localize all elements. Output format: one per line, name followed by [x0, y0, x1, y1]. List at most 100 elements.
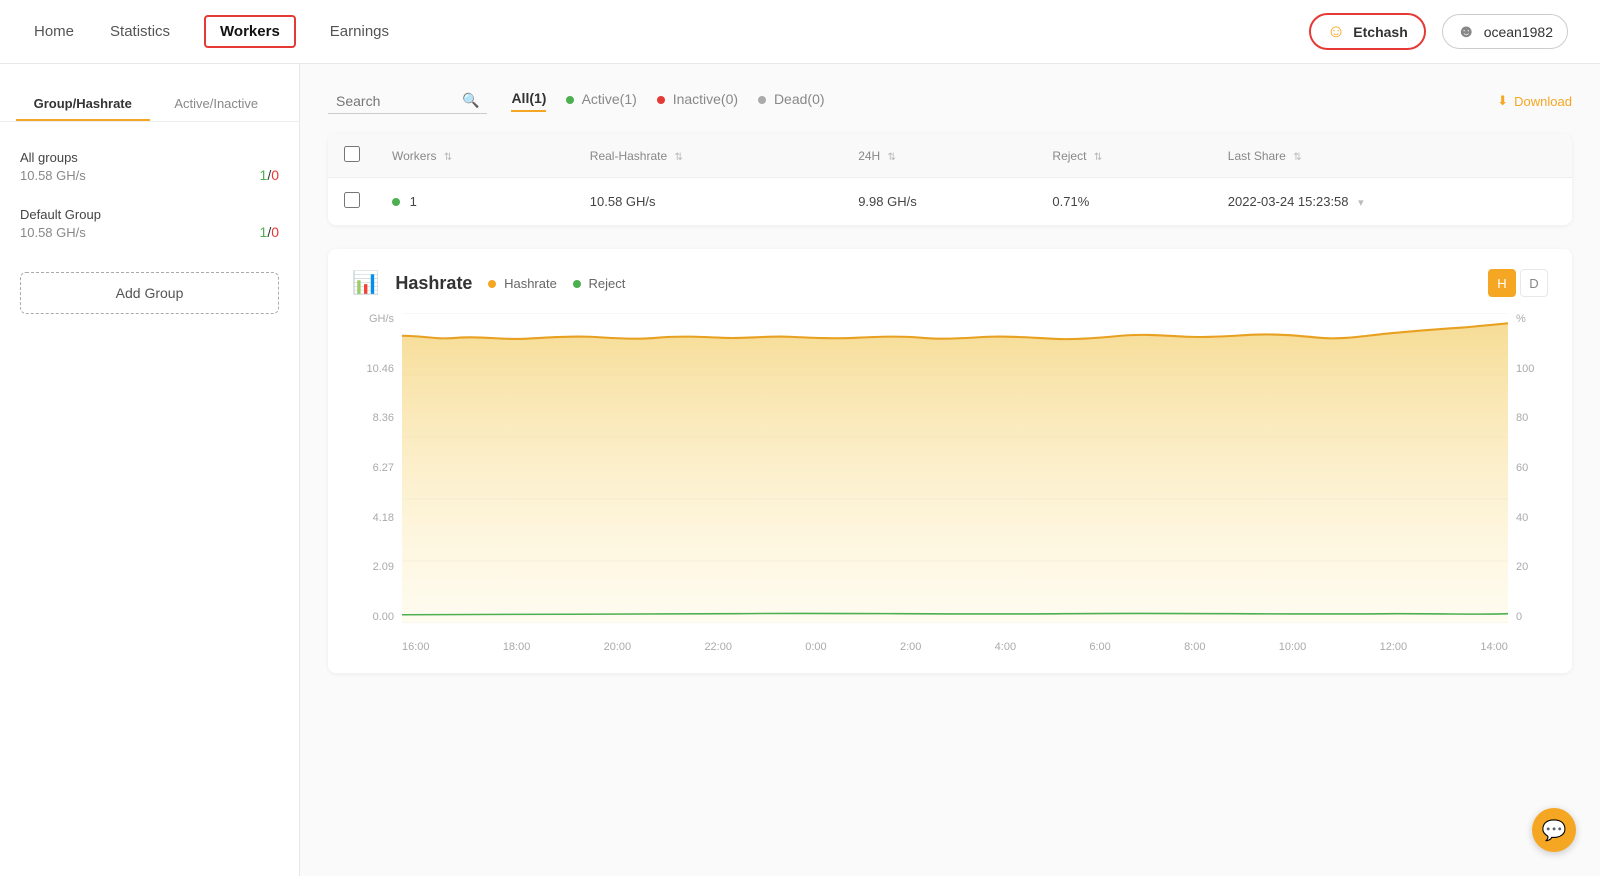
default-group-counts: 1/0 — [260, 224, 279, 240]
filter-tab-inactive[interactable]: Inactive(0) — [657, 91, 738, 111]
filter-tabs: All(1) Active(1) Inactive(0) Dead(0) — [511, 90, 824, 112]
y-right-label-2: 60 — [1516, 462, 1528, 474]
y-left-label-4: 2.09 — [373, 561, 394, 573]
nav-workers[interactable]: Workers — [204, 15, 296, 48]
x-label-8: 8:00 — [1184, 641, 1205, 653]
row-real-hashrate: 10.58 GH/s — [574, 178, 842, 226]
chart-icon: 📊 — [352, 270, 379, 296]
filter-tab-dead[interactable]: Dead(0) — [758, 91, 824, 111]
default-group-row: 10.58 GH/s 1/0 — [20, 224, 279, 240]
y-left-label-5: 0.00 — [373, 611, 394, 623]
nav-user-area: ☺ Etchash ☻ ocean1982 — [1309, 13, 1568, 50]
row-24h-hashrate: 9.98 GH/s — [842, 178, 1036, 226]
table-header-checkbox — [328, 134, 376, 178]
y-right-label-4: 20 — [1516, 561, 1528, 573]
nav-links: Home Statistics Workers Earnings — [32, 15, 391, 48]
table-header-reject[interactable]: Reject ⇅ — [1036, 134, 1211, 178]
search-icon: 🔍 — [462, 92, 479, 109]
timebtn-d[interactable]: D — [1520, 269, 1548, 297]
x-label-2: 20:00 — [604, 641, 632, 653]
filter-tab-all[interactable]: All(1) — [511, 90, 546, 112]
table-header-workers[interactable]: Workers ⇅ — [376, 134, 574, 178]
default-group-inactive-count: 0 — [271, 224, 279, 240]
sidebar-default-group[interactable]: Default Group 10.58 GH/s 1/0 — [0, 195, 299, 252]
y-right-label-1: 80 — [1516, 412, 1528, 424]
table-header-last-share[interactable]: Last Share ⇅ — [1212, 134, 1572, 178]
workers-sort-icon: ⇅ — [444, 152, 452, 163]
x-label-1: 18:00 — [503, 641, 531, 653]
nav-earnings[interactable]: Earnings — [328, 19, 391, 44]
chat-button[interactable]: 💬 — [1532, 808, 1576, 852]
nav-statistics[interactable]: Statistics — [108, 19, 172, 44]
table-row: 1 10.58 GH/s 9.98 GH/s 0.71% 2022-03-24 … — [328, 178, 1572, 226]
sidebar-tab-group-hashrate[interactable]: Group/Hashrate — [16, 88, 150, 121]
legend-reject: Reject — [573, 276, 625, 291]
all-groups-inactive-count: 0 — [271, 167, 279, 183]
table-header-real-hashrate[interactable]: Real-Hashrate ⇅ — [574, 134, 842, 178]
reject-line — [402, 613, 1508, 614]
y-left-label-0: 10.46 — [366, 363, 394, 375]
chart-x-labels: 16:00 18:00 20:00 22:00 0:00 2:00 4:00 6… — [402, 641, 1508, 653]
x-label-3: 22:00 — [704, 641, 732, 653]
row-checkbox[interactable] — [344, 192, 360, 208]
add-group-button[interactable]: Add Group — [20, 272, 279, 314]
etchash-label: Etchash — [1353, 24, 1407, 40]
row-worker-name: 1 — [376, 178, 574, 226]
user-icon: ☻ — [1457, 21, 1476, 42]
default-group-active-count: 1 — [260, 224, 268, 240]
filter-tab-dead-label: Dead(0) — [774, 91, 825, 107]
y-left-unit: GH/s — [369, 313, 394, 325]
y-left-label-3: 4.18 — [373, 512, 394, 524]
filter-tab-active[interactable]: Active(1) — [566, 91, 636, 111]
chart-area — [402, 313, 1508, 623]
timebtn-h[interactable]: H — [1488, 269, 1516, 297]
chat-icon: 💬 — [1542, 818, 1567, 843]
y-right-label-0: 100 — [1516, 363, 1534, 375]
download-button[interactable]: ⬇ Download — [1497, 93, 1572, 109]
top-navigation: Home Statistics Workers Earnings ☺ Etcha… — [0, 0, 1600, 64]
legend-hashrate: Hashrate — [488, 276, 556, 291]
24h-sort-icon: ⇅ — [888, 152, 896, 163]
user-button[interactable]: ☻ ocean1982 — [1442, 14, 1568, 49]
chart-header: 📊 Hashrate Hashrate Reject H D — [352, 269, 1548, 297]
chart-container: GH/s 10.46 8.36 6.27 4.18 2.09 0.00 % 10… — [352, 313, 1548, 653]
main-layout: Group/Hashrate Active/Inactive All group… — [0, 64, 1600, 876]
last-share-dropdown-icon[interactable]: ▾ — [1358, 197, 1364, 209]
sidebar: Group/Hashrate Active/Inactive All group… — [0, 64, 300, 876]
workers-table: Workers ⇅ Real-Hashrate ⇅ 24H ⇅ Reject ⇅ — [328, 134, 1572, 225]
nav-home[interactable]: Home — [32, 19, 76, 44]
y-left-label-2: 6.27 — [373, 462, 394, 474]
sidebar-all-groups[interactable]: All groups 10.58 GH/s 1/0 — [0, 138, 299, 195]
chart-y-right-axis: % 100 80 60 40 20 0 — [1508, 313, 1548, 623]
x-label-10: 12:00 — [1380, 641, 1408, 653]
x-label-9: 10:00 — [1279, 641, 1307, 653]
chart-time-buttons: H D — [1488, 269, 1548, 297]
search-box[interactable]: 🔍 — [328, 88, 487, 114]
download-label: Download — [1514, 94, 1572, 109]
chart-y-left-axis: GH/s 10.46 8.36 6.27 4.18 2.09 0.00 — [352, 313, 402, 623]
table-header-row: Workers ⇅ Real-Hashrate ⇅ 24H ⇅ Reject ⇅ — [328, 134, 1572, 178]
select-all-checkbox[interactable] — [344, 146, 360, 162]
x-label-5: 2:00 — [900, 641, 921, 653]
y-right-label-3: 40 — [1516, 512, 1528, 524]
active-dot — [566, 96, 574, 104]
x-label-7: 6:00 — [1089, 641, 1110, 653]
filter-tab-inactive-label: Inactive(0) — [673, 91, 738, 107]
last-share-sort-icon: ⇅ — [1293, 152, 1301, 163]
etchash-icon: ☺ — [1327, 21, 1345, 42]
legend-reject-dot — [573, 280, 581, 288]
sidebar-tab-active-inactive[interactable]: Active/Inactive — [150, 88, 284, 121]
table-header-24h[interactable]: 24H ⇅ — [842, 134, 1036, 178]
x-label-4: 0:00 — [805, 641, 826, 653]
inactive-dot — [657, 96, 665, 104]
row-reject: 0.71% — [1036, 178, 1211, 226]
x-label-11: 14:00 — [1480, 641, 1508, 653]
search-input[interactable] — [336, 93, 456, 109]
hashrate-chart-svg — [402, 313, 1508, 623]
default-group-name: Default Group — [20, 207, 279, 222]
all-groups-counts: 1/0 — [260, 167, 279, 183]
dead-dot — [758, 96, 766, 104]
x-label-0: 16:00 — [402, 641, 430, 653]
etchash-button[interactable]: ☺ Etchash — [1309, 13, 1426, 50]
real-hashrate-sort-icon: ⇅ — [675, 152, 683, 163]
